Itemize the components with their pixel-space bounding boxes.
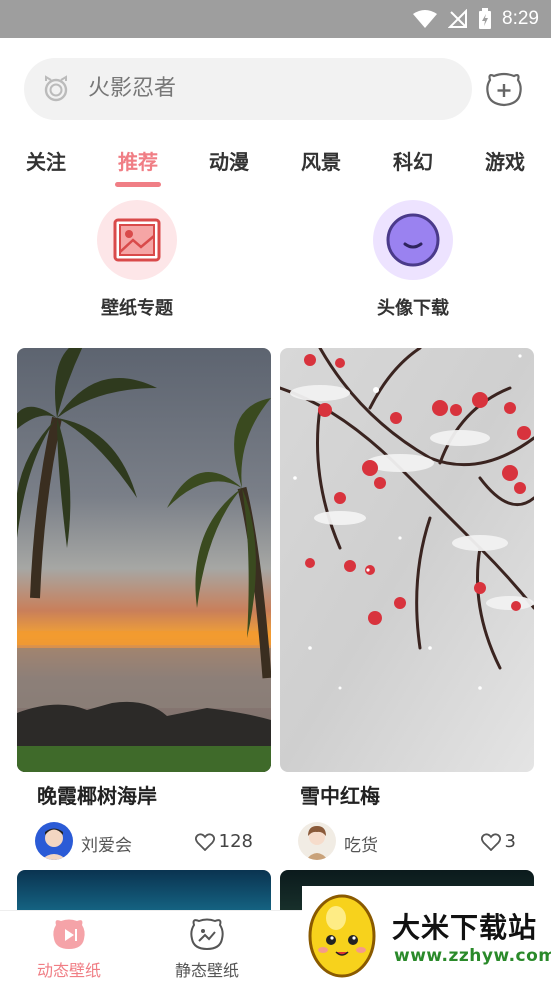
card-author: 刘爱会 128 xyxy=(35,822,271,862)
wallpaper-topics-label: 壁纸专题 xyxy=(101,298,173,319)
wallpaper-card[interactable]: 晚霞椰树海岸 刘爱会 128 xyxy=(17,348,271,868)
nav-live-wallpaper-label: 动态壁纸 xyxy=(36,961,101,980)
avatar-download-label: 头像下载 xyxy=(377,298,449,319)
tab-games[interactable]: 游戏 xyxy=(475,146,535,175)
like-count: 128 xyxy=(218,831,253,852)
add-icon[interactable] xyxy=(484,70,524,108)
like-counter[interactable]: 3 xyxy=(480,831,516,852)
username[interactable]: 吃货 xyxy=(344,831,378,856)
image-icon xyxy=(190,918,224,951)
tab-scenery[interactable]: 风景 xyxy=(291,146,351,175)
wifi-icon xyxy=(413,10,438,28)
nav-live-wallpaper[interactable]: 动态壁纸 xyxy=(14,915,124,980)
watermark-title: 大米下载站 xyxy=(392,911,538,944)
tab-anime[interactable]: 动漫 xyxy=(199,146,259,175)
username[interactable]: 刘爱会 xyxy=(81,831,132,856)
status-bar: 8:29 xyxy=(0,0,551,38)
heart-icon xyxy=(194,832,215,851)
search-row: 火影忍者 xyxy=(0,38,551,138)
tab-scifi[interactable]: 科幻 xyxy=(383,146,443,175)
search-box[interactable]: 火影忍者 xyxy=(24,58,472,120)
nav-static-wallpaper-label: 静态壁纸 xyxy=(174,961,239,980)
site-watermark: 大米下载站 www.zzhyw.com xyxy=(302,886,551,981)
watermark-url-text: www.zzhyw.com xyxy=(394,946,551,966)
play-icon xyxy=(53,919,85,949)
like-count: 3 xyxy=(504,831,516,852)
smiley-face-icon xyxy=(373,200,453,280)
status-time: 8:29 xyxy=(502,8,539,29)
tab-recommend[interactable]: 推荐 xyxy=(108,146,168,175)
card-title: 晚霞椰树海岸 xyxy=(37,784,157,808)
tab-follow[interactable]: 关注 xyxy=(16,146,76,175)
card-author: 吃货 3 xyxy=(298,822,534,862)
like-counter[interactable]: 128 xyxy=(194,831,253,852)
battery-charging-icon xyxy=(479,8,492,29)
watermark-url: www.zzhyw.com xyxy=(394,946,551,966)
category-tabs: 关注 推荐 动漫 风景 科幻 游戏 xyxy=(0,138,551,198)
status-icons: 8:29 xyxy=(412,0,539,38)
search-input[interactable]: 火影忍者 xyxy=(88,75,176,103)
picture-frame-icon xyxy=(97,200,177,280)
avatar[interactable] xyxy=(35,822,73,860)
active-tab-indicator xyxy=(115,182,161,187)
avatar-download-shortcut[interactable]: 头像下载 xyxy=(333,200,493,325)
mascot-logo xyxy=(308,894,376,978)
red-berries-in-snow-image[interactable] xyxy=(280,348,534,772)
wallpaper-topics-shortcut[interactable]: 壁纸专题 xyxy=(57,200,217,325)
avatar[interactable] xyxy=(298,822,336,860)
card-title: 雪中红梅 xyxy=(300,784,380,808)
sunset-palm-beach-image[interactable] xyxy=(17,348,271,772)
no-signal-icon xyxy=(448,9,468,28)
nav-static-wallpaper[interactable]: 静态壁纸 xyxy=(152,915,262,980)
search-icon xyxy=(44,75,68,102)
wallpaper-card[interactable]: 雪中红梅 吃货 3 xyxy=(280,348,534,868)
heart-icon xyxy=(480,832,501,851)
